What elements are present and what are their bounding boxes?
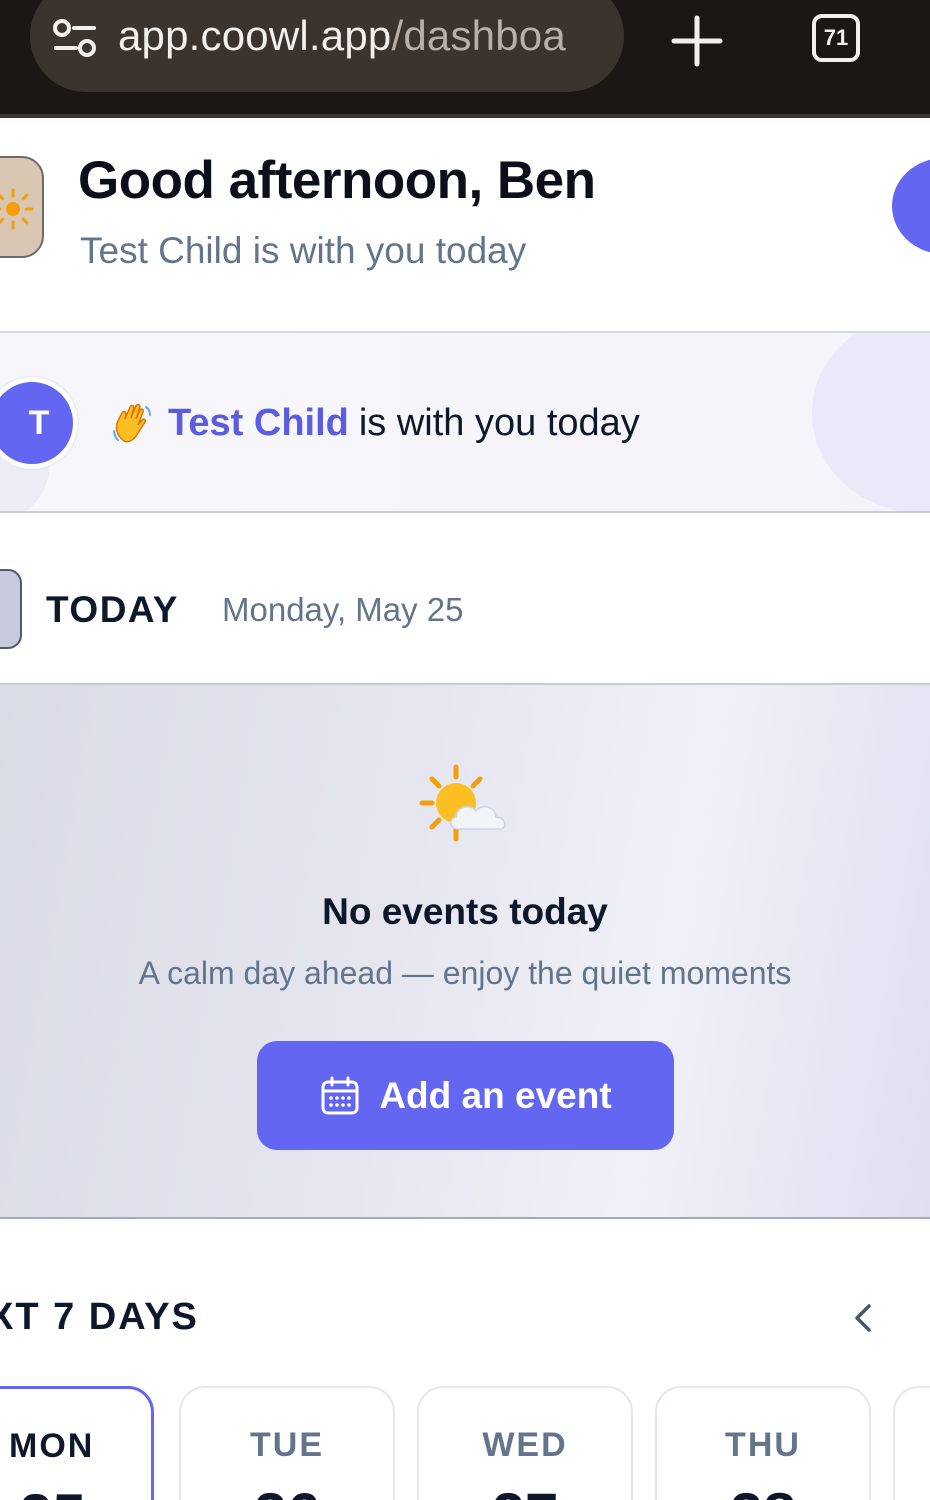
plus-icon[interactable] bbox=[670, 14, 724, 68]
address-bar[interactable]: app.coowl.app/dashboa bbox=[30, 0, 624, 92]
day-number: 25 bbox=[0, 1481, 151, 1500]
page-title: Good afternoon, Ben bbox=[78, 151, 596, 210]
day-name: MON bbox=[9, 1427, 95, 1465]
browser-toolbar: app.coowl.app/dashboa 71 bbox=[0, 0, 930, 118]
empty-state-subtitle: A calm day ahead — enjoy the quiet momen… bbox=[138, 955, 792, 991]
chevron-left-icon[interactable] bbox=[846, 1300, 882, 1336]
calendar-icon bbox=[321, 1076, 359, 1114]
today-date: Monday, May 25 bbox=[222, 591, 464, 628]
site-settings-icon[interactable] bbox=[52, 16, 98, 60]
today-indicator bbox=[0, 569, 22, 649]
url-text[interactable]: app.coowl.app/dashboa bbox=[118, 12, 566, 60]
section-title: XT 7 DAYS bbox=[0, 1296, 199, 1338]
day-name: THU bbox=[725, 1426, 801, 1464]
profile-button[interactable] bbox=[892, 158, 930, 254]
url-host: app.coowl.app bbox=[118, 12, 392, 59]
day-card-next[interactable] bbox=[893, 1386, 930, 1500]
tab-switcher-icon[interactable]: 71 bbox=[812, 14, 860, 62]
day-number: 28 bbox=[657, 1480, 869, 1500]
custody-banner: T Test Child is with you today bbox=[0, 333, 930, 513]
today-header: TODAY Monday, May 25 bbox=[0, 513, 930, 685]
day-name: WED bbox=[482, 1426, 568, 1464]
child-name-link[interactable]: Test Child bbox=[168, 402, 349, 445]
url-path: /dashboa bbox=[391, 12, 566, 59]
banner-message-text: is with you today bbox=[358, 401, 640, 444]
day-number: 26 bbox=[181, 1480, 393, 1500]
sun-behind-cloud-icon bbox=[419, 764, 506, 842]
sun-icon bbox=[0, 188, 34, 230]
banner-message: Test Child is with you today bbox=[110, 401, 640, 445]
tab-count: 71 bbox=[823, 25, 849, 50]
next-7-days-section: XT 7 DAYS MON 25 TUE 26 WED 27 THU 28 bbox=[0, 1220, 930, 1500]
day-card-thu[interactable]: THU 28 bbox=[655, 1386, 871, 1500]
waving-hand-icon bbox=[113, 403, 151, 443]
banner-decoration bbox=[812, 333, 930, 511]
header-avatar[interactable] bbox=[0, 156, 44, 258]
day-number: 27 bbox=[419, 1480, 631, 1500]
today-label: TODAY bbox=[46, 589, 179, 630]
day-card-wed[interactable]: WED 27 bbox=[417, 1386, 633, 1500]
add-event-label: Add an event bbox=[379, 1074, 612, 1116]
today-events-empty-state: No events today A calm day ahead — enjoy… bbox=[0, 685, 930, 1219]
child-avatar-initial: T bbox=[28, 403, 50, 442]
day-card-tue[interactable]: TUE 26 bbox=[179, 1386, 395, 1500]
child-avatar[interactable]: T bbox=[0, 377, 78, 469]
empty-state-title: No events today bbox=[322, 891, 608, 932]
add-event-button[interactable]: Add an event bbox=[257, 1041, 674, 1150]
dashboard-header: Good afternoon, Ben Test Child is with y… bbox=[0, 118, 930, 333]
day-name: TUE bbox=[250, 1426, 324, 1464]
day-card-mon[interactable]: MON 25 bbox=[0, 1386, 154, 1500]
header-subtitle: Test Child is with you today bbox=[80, 230, 527, 271]
